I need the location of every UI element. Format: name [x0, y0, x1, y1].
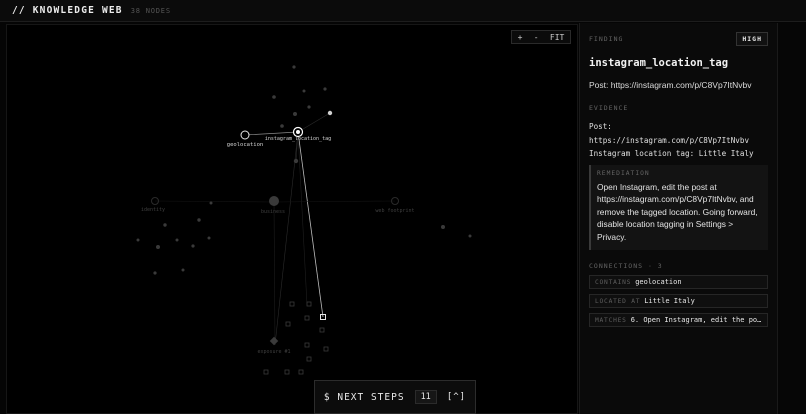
graph-node-square[interactable]	[304, 315, 310, 321]
next-steps-label: $ NEXT STEPS	[323, 391, 405, 403]
node-geolocation[interactable]	[240, 130, 250, 140]
graph-edge	[297, 131, 324, 318]
graph-node-square[interactable]	[306, 301, 312, 307]
graph-node-dot[interactable]	[191, 244, 195, 248]
evidence-line: Instagram location tag: Little Italy	[589, 149, 754, 158]
graph-node-dot[interactable]	[209, 201, 213, 205]
top-bar: // KNOWLEDGE WEB 38 NODES	[0, 0, 806, 22]
connection-relation: MATCHES	[595, 316, 627, 324]
graph-node-square[interactable]	[298, 369, 304, 375]
graph-node-square[interactable]	[304, 342, 310, 348]
connection-target: geolocation	[635, 278, 682, 286]
connection-target: 6. Open Instagram, edit the po…	[630, 316, 762, 324]
graph-node-square[interactable]	[323, 346, 329, 352]
node-label-web-footprint: web footprint	[375, 208, 414, 214]
connection-relation: LOCATED AT	[595, 297, 641, 305]
evidence-label: EVIDENCE	[589, 104, 629, 112]
graph-node-dot[interactable]	[293, 112, 297, 116]
graph-node-square[interactable]	[319, 327, 325, 333]
node-label-instagram-location-tag: instagram_location_tag	[265, 136, 331, 142]
right-edge-strip	[777, 23, 806, 414]
page-title: // KNOWLEDGE WEB	[12, 5, 123, 16]
next-steps-count-badge: 11	[414, 390, 437, 404]
connections-label: CONNECTIONS · 3	[589, 262, 663, 270]
graph-node-dot[interactable]	[293, 158, 299, 164]
node-label-exposure: exposure #1	[257, 349, 290, 355]
knowledge-graph[interactable]: geolocation instagram_location_tag ident…	[7, 25, 578, 414]
node-business[interactable]	[269, 196, 279, 206]
graph-node-dot[interactable]	[197, 218, 201, 222]
graph-canvas[interactable]: geolocation instagram_location_tag ident…	[6, 24, 578, 414]
evidence-line: Post:	[589, 122, 612, 131]
graph-node-dot[interactable]	[280, 124, 284, 128]
graph-node-dot[interactable]	[153, 271, 157, 275]
graph-node-dot[interactable]	[441, 225, 445, 229]
graph-node-dot[interactable]	[468, 234, 472, 238]
graph-node-dot[interactable]	[272, 95, 276, 99]
graph-node-dot[interactable]	[327, 110, 333, 116]
finding-title: instagram_location_tag	[589, 57, 729, 69]
node-instagram-location-tag-core	[296, 130, 300, 134]
graph-node-square[interactable]	[263, 369, 269, 375]
zoom-in-button[interactable]: +	[518, 33, 523, 42]
graph-node-dot[interactable]	[302, 89, 306, 93]
connection-relation: CONTAINS	[595, 278, 632, 286]
graph-node-dot[interactable]	[181, 268, 185, 272]
node-label-identity: identity	[141, 207, 165, 213]
graph-node-dot[interactable]	[323, 87, 327, 91]
graph-edge	[297, 131, 308, 306]
graph-node-square[interactable]	[284, 369, 290, 375]
graph-node-dot[interactable]	[307, 105, 311, 109]
evidence-block: Post: https://instagram.com/p/C8Vp7ItNvb…	[589, 120, 768, 161]
graph-node-dot[interactable]	[136, 238, 140, 242]
finding-detail-panel: FINDING HIGH instagram_location_tag Post…	[579, 23, 777, 414]
fit-button[interactable]: FIT	[550, 33, 564, 42]
next-steps-bar[interactable]: $ NEXT STEPS 11 [^]	[314, 380, 476, 414]
node-count: 38 NODES	[130, 6, 171, 15]
evidence-line: https://instagram.com/p/C8Vp7ItNvbv	[589, 135, 750, 145]
remediation-block: REMEDIATION Open Instagram, edit the pos…	[589, 164, 768, 250]
connection-item[interactable]: LOCATED AT Little Italy	[589, 294, 768, 308]
graph-node-dot[interactable]	[292, 65, 296, 69]
graph-edge	[297, 112, 331, 133]
graph-edge	[154, 200, 275, 203]
graph-edge	[274, 131, 299, 346]
finding-header: FINDING HIGH	[589, 32, 768, 46]
finding-label: FINDING	[589, 35, 624, 43]
connection-item[interactable]: MATCHES 6. Open Instagram, edit the po…	[589, 313, 768, 327]
node-label-business: business	[261, 209, 285, 215]
severity-badge: HIGH	[736, 32, 768, 46]
connection-item[interactable]: CONTAINS geolocation	[589, 275, 768, 289]
remediation-text: Open Instagram, edit the post at https:/…	[597, 181, 758, 242]
graph-node-dot[interactable]	[156, 245, 160, 249]
zoom-controls: + - FIT	[511, 30, 571, 44]
graph-node-dot[interactable]	[207, 236, 211, 240]
graph-edge	[273, 201, 276, 346]
node-exposure[interactable]	[269, 336, 279, 346]
graph-node-square[interactable]	[285, 321, 291, 327]
node-label-geolocation: geolocation	[227, 142, 263, 148]
graph-node-square[interactable]	[289, 301, 295, 307]
remediation-label: REMEDIATION	[597, 169, 650, 177]
zoom-out-button[interactable]: -	[534, 33, 539, 42]
connection-target: Little Italy	[644, 297, 695, 305]
finding-post-url: Post: https://instagram.com/p/C8Vp7ItNvb…	[589, 80, 752, 90]
expand-toggle-button[interactable]: [^]	[447, 392, 466, 402]
graph-node-dot[interactable]	[175, 238, 179, 242]
graph-edge	[273, 200, 396, 203]
graph-edge	[244, 131, 299, 136]
graph-node-square[interactable]	[306, 356, 312, 362]
graph-node-dot[interactable]	[163, 223, 167, 227]
